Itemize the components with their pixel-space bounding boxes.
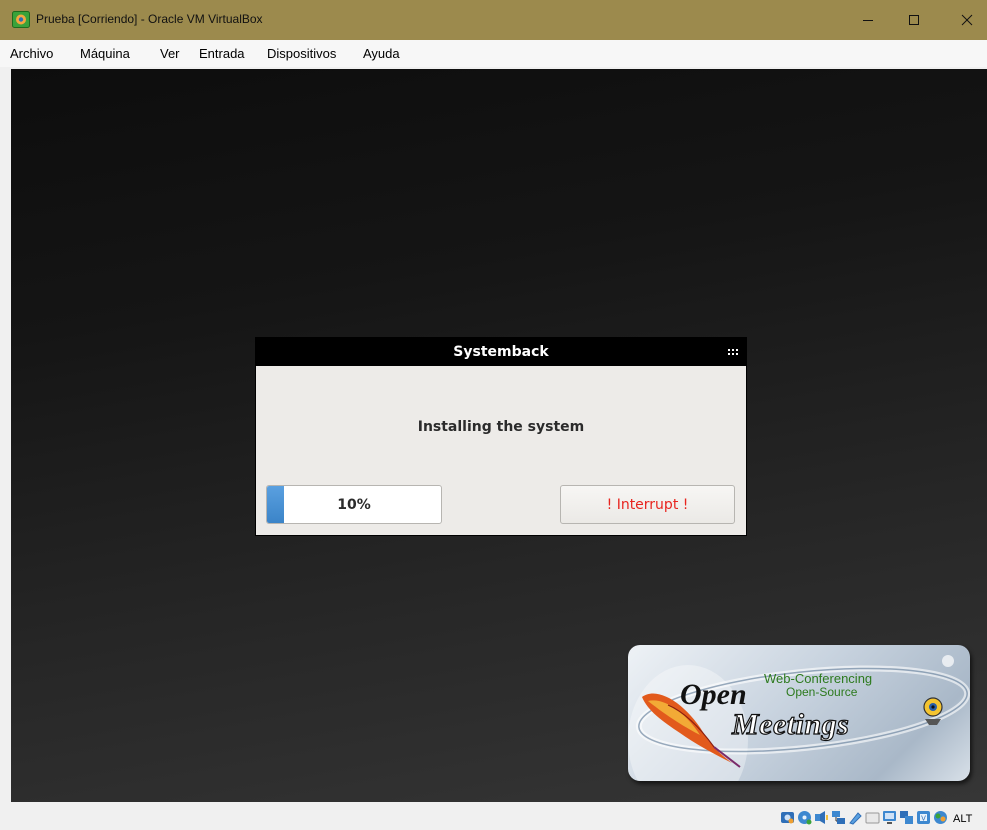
progress-bar: 10% — [266, 485, 442, 524]
progress-label: 10% — [337, 497, 371, 513]
close-icon — [961, 14, 973, 26]
display-icon[interactable] — [882, 810, 897, 825]
recording-icon[interactable]: V — [916, 810, 931, 825]
logo-tagline-webconf: Web-Conferencing — [764, 671, 873, 686]
menu-archivo[interactable]: Archivo — [10, 46, 53, 61]
close-button[interactable] — [944, 0, 987, 40]
logo-word-meetings: Meetings — [731, 707, 850, 741]
hard-disk-icon[interactable] — [780, 810, 795, 825]
maximize-icon — [909, 15, 919, 25]
status-message: Installing the system — [417, 419, 585, 435]
title-bar[interactable]: Prueba [Corriendo] - Oracle VM VirtualBo… — [0, 0, 987, 40]
vm-display[interactable]: Systemback Installing the system 10% ! I… — [11, 69, 987, 802]
menu-ver[interactable]: Ver — [160, 46, 180, 61]
menu-maquina[interactable]: Máquina — [80, 46, 130, 61]
dots-grid-icon[interactable] — [727, 346, 739, 358]
menu-entrada[interactable]: Entrada — [199, 46, 245, 61]
logo-tagline-opensource: Open-Source — [786, 685, 858, 699]
interrupt-button-label: ! Interrupt ! — [606, 497, 689, 513]
menu-bar: Archivo Máquina Ver Entrada Dispositivos… — [0, 40, 987, 67]
openmeetings-logo: Web-Conferencing Open-Source Open Meetin… — [628, 645, 970, 781]
minimize-button[interactable] — [845, 0, 891, 40]
systemback-dialog: Systemback Installing the system 10% ! I… — [256, 338, 746, 535]
network-icon[interactable] — [831, 810, 846, 825]
dialog-header[interactable]: Systemback — [256, 338, 746, 366]
virtualbox-icon — [12, 11, 30, 28]
maximize-button[interactable] — [891, 0, 937, 40]
minimize-icon — [863, 20, 873, 21]
dialog-title: Systemback — [453, 344, 549, 360]
usb-icon[interactable] — [848, 810, 863, 825]
guest-additions-icon[interactable] — [933, 810, 948, 825]
optical-disk-icon[interactable] — [797, 810, 812, 825]
shared-folders-icon[interactable] — [865, 810, 880, 825]
video-capture-icon[interactable] — [899, 810, 914, 825]
menu-ayuda[interactable]: Ayuda — [363, 46, 400, 61]
window-title: Prueba [Corriendo] - Oracle VM VirtualBo… — [36, 12, 263, 26]
host-key-label: ALT — [953, 813, 973, 825]
audio-icon[interactable] — [814, 810, 829, 825]
svg-text:V: V — [921, 815, 926, 823]
status-bar: V ALT — [0, 802, 987, 830]
logo-word-open: Open — [680, 678, 747, 711]
menu-dispositivos[interactable]: Dispositivos — [267, 46, 336, 61]
interrupt-button[interactable]: ! Interrupt ! — [560, 485, 735, 524]
